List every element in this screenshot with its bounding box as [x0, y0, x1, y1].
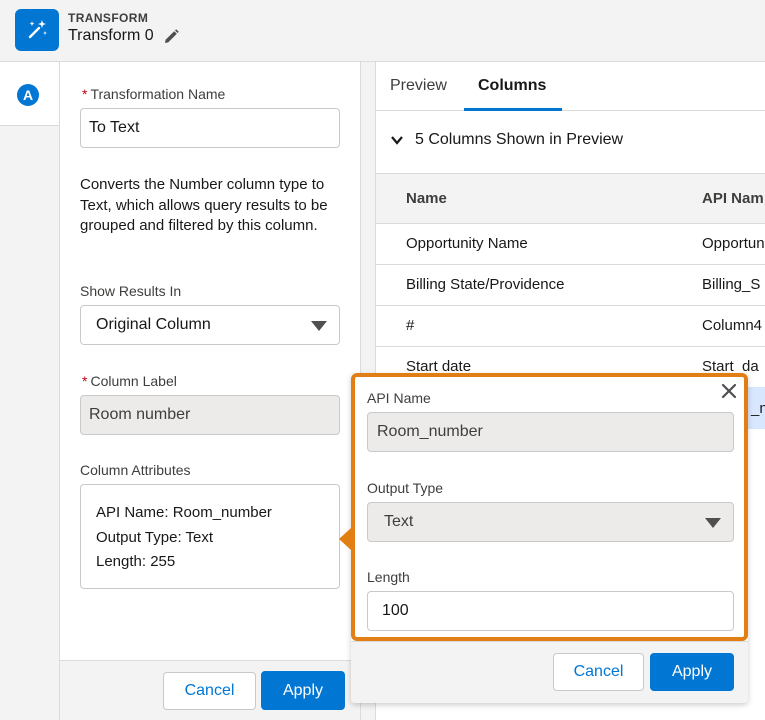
popover-api-name-label: API Name — [367, 390, 431, 406]
show-results-select[interactable]: Original Column — [80, 305, 340, 345]
form-cancel-button[interactable]: Cancel — [163, 672, 256, 710]
popover-api-name-input: Room_number — [367, 412, 734, 452]
required-marker: * — [82, 86, 88, 102]
popover-length-label: Length — [367, 569, 410, 585]
transformation-name-input[interactable]: To Text — [80, 108, 340, 148]
cell-name: Opportunity Name — [406, 235, 528, 252]
cell-api-name: _nu — [751, 400, 765, 417]
table-row[interactable]: Opportunity Name Opportun — [376, 224, 765, 265]
pencil-icon[interactable] — [162, 28, 180, 46]
popover-output-type-select[interactable]: Text — [367, 502, 734, 542]
tab-columns[interactable]: Columns — [478, 77, 546, 95]
attr-api-name: API Name: Room_number — [96, 504, 272, 521]
show-results-label: Show Results In — [80, 283, 182, 299]
chevron-down-icon — [705, 518, 721, 528]
required-marker: * — [82, 373, 88, 389]
analytics-logo-icon[interactable]: A — [17, 84, 39, 106]
attr-output-type: Output Type: Text — [96, 528, 214, 546]
columns-section-title: 5 Columns Shown in Preview — [415, 131, 624, 148]
column-header-api-name[interactable]: API Nam — [702, 190, 764, 207]
cell-name: Billing State/Providence — [406, 276, 565, 293]
cell-name: # — [406, 317, 415, 334]
popover-length-input[interactable]: 100 — [367, 591, 734, 631]
show-results-value: Original Column — [96, 316, 211, 333]
popover-apply-button[interactable]: Apply — [650, 653, 734, 691]
tab-preview[interactable]: Preview — [390, 77, 447, 95]
rail-top: A — [0, 62, 59, 126]
header: TRANSFORM Transform 0 — [0, 0, 765, 62]
form-apply-button[interactable]: Apply — [261, 671, 345, 710]
columns-section-toggle[interactable]: 5 Columns Shown in Preview — [376, 111, 765, 172]
magic-wand-icon — [15, 9, 59, 51]
header-kicker: TRANSFORM — [68, 11, 149, 25]
popover-cancel-button[interactable]: Cancel — [553, 653, 644, 691]
column-header-name[interactable]: Name — [406, 190, 447, 207]
tab-bar: Preview Columns — [376, 62, 765, 111]
popover-output-type-label: Output Type — [367, 480, 444, 496]
table-header: Name API Nam — [376, 173, 765, 224]
table-row[interactable]: Billing State/Providence Billing_S — [376, 265, 765, 306]
column-label-input: Room number — [80, 395, 340, 435]
popover-pointer — [339, 528, 351, 550]
cell-api-name: Billing_S — [702, 276, 761, 293]
chevron-down-icon — [391, 136, 403, 145]
column-attributes-box[interactable]: API Name: Room_number Output Type: Text … — [80, 484, 340, 589]
table-row[interactable]: # Column4 — [376, 306, 765, 347]
page-title: Transform 0 — [68, 27, 154, 44]
left-rail: A — [0, 62, 60, 720]
close-icon[interactable] — [720, 382, 738, 400]
chevron-down-icon — [311, 321, 327, 331]
column-attributes-label: Column Attributes — [80, 462, 191, 478]
transformation-form — [60, 62, 360, 720]
cell-api-name: Opportun — [702, 235, 765, 252]
column-label-label: * Column Label — [82, 373, 177, 389]
cell-api-name: Column4 — [702, 317, 763, 334]
transformation-description: Converts the Number column type to Text,… — [80, 176, 328, 234]
attr-length: Length: 255 — [96, 553, 176, 570]
transformation-name-label: * Transformation Name — [82, 86, 226, 102]
output-type-value: Text — [384, 513, 414, 530]
